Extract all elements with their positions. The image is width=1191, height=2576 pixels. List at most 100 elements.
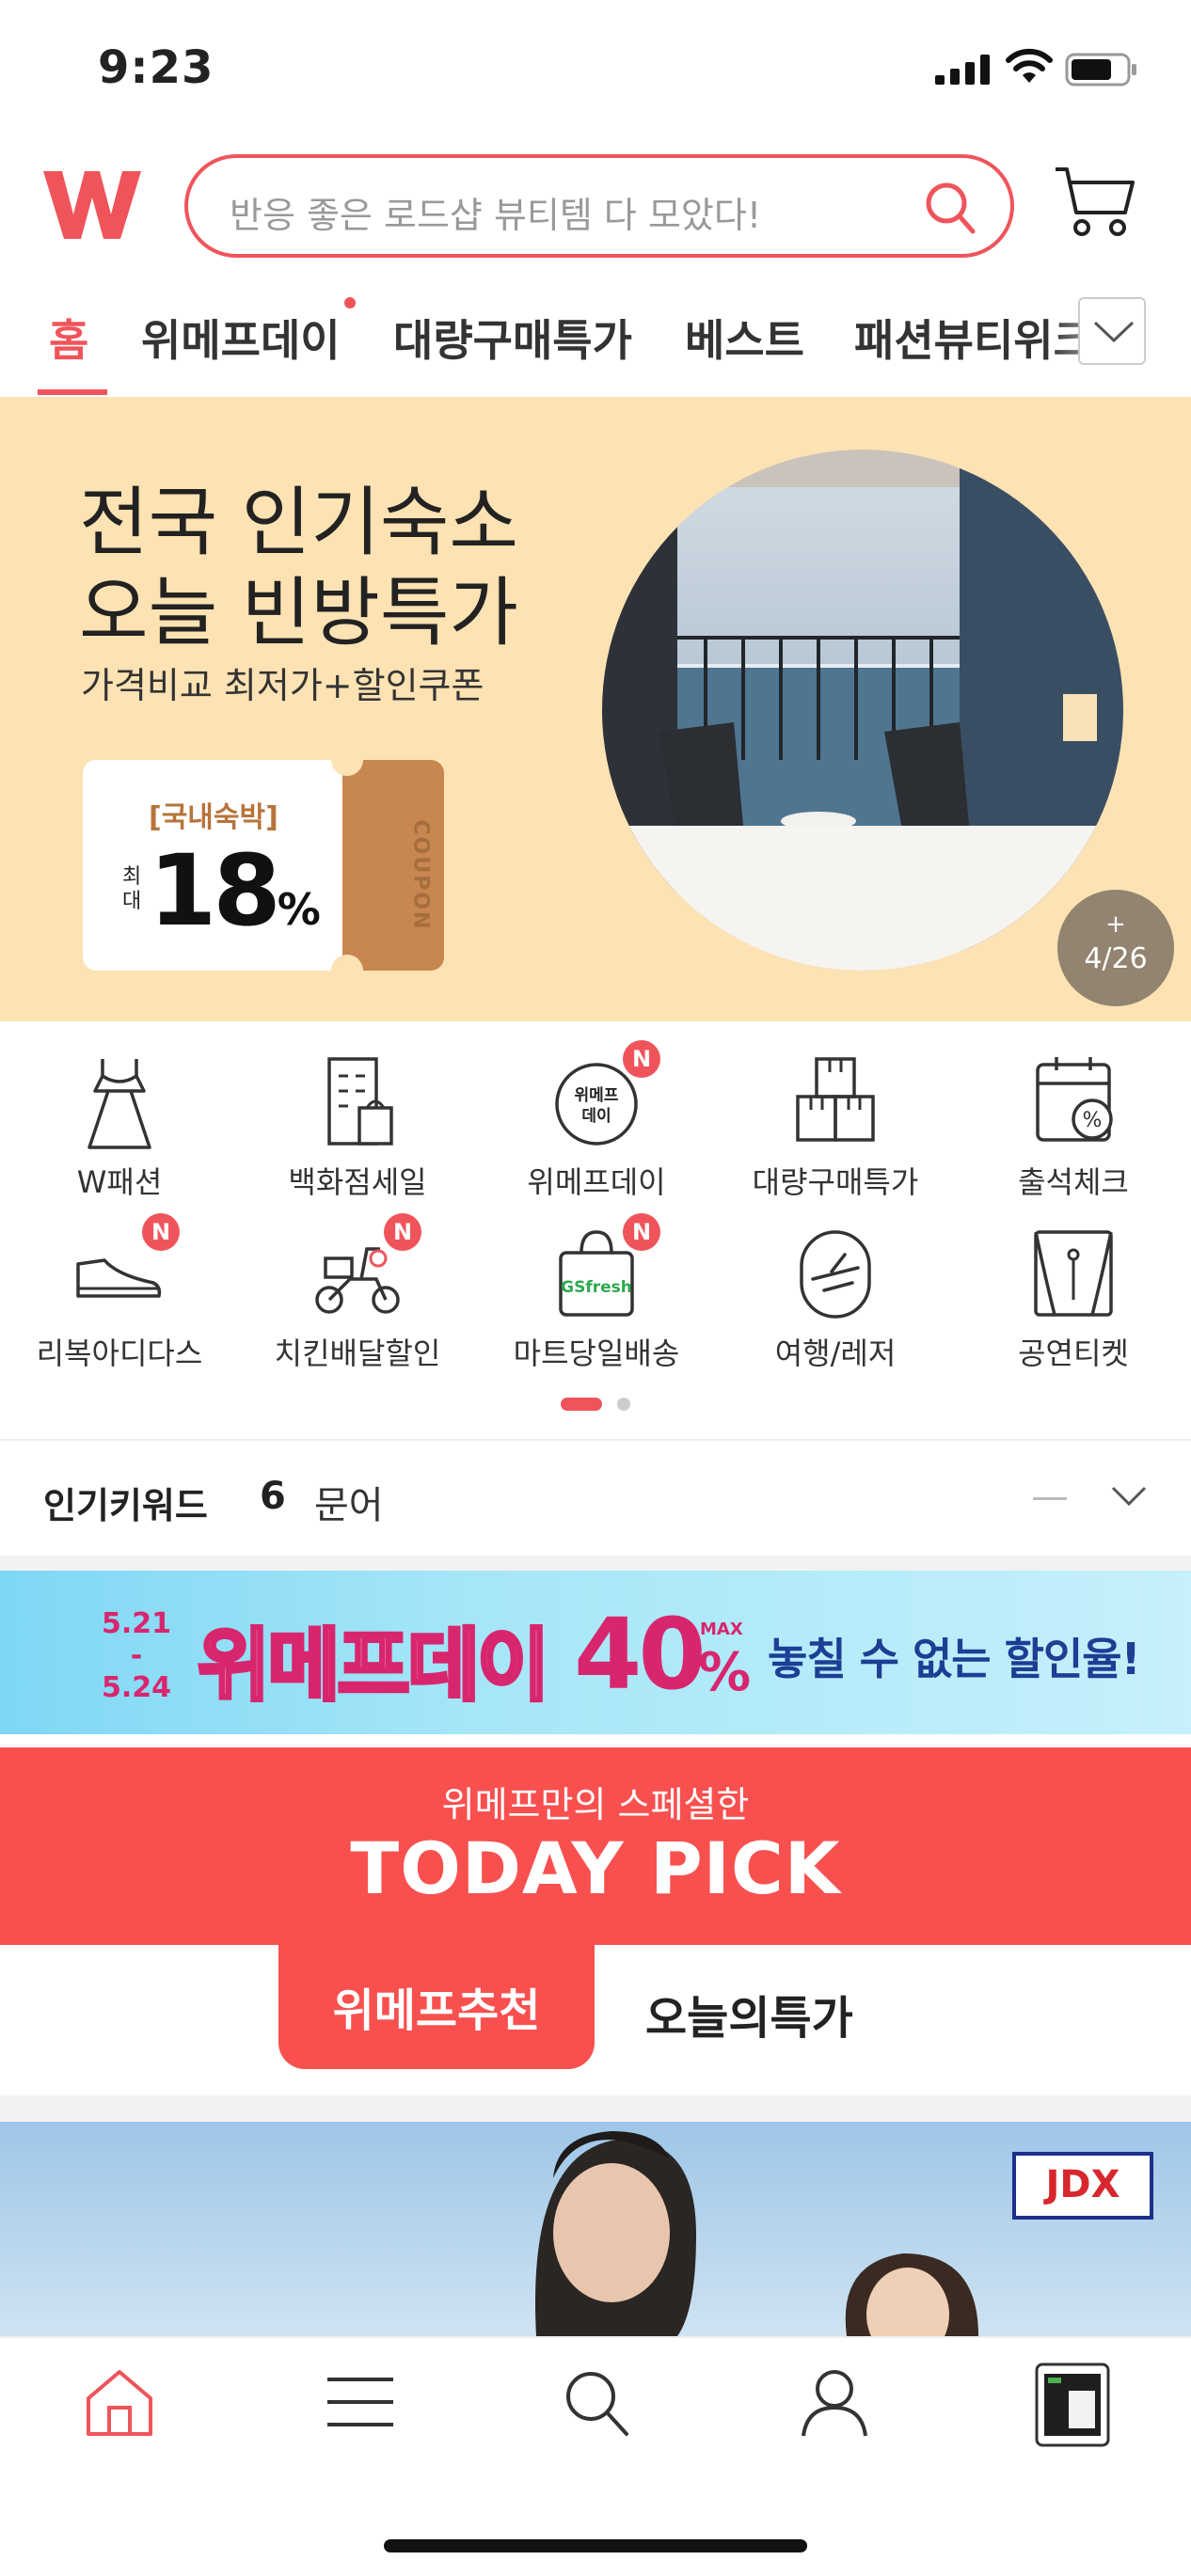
tabs-expand-button[interactable] [1078,297,1146,365]
coupon-number: 18 [149,833,281,948]
section-divider [0,2095,1191,2122]
shortcut-grid: W패션 백화점세일 위메프 데이 N 위메프데이 대량구매특가 % 출석체크 N… [0,1021,1191,1439]
promo-date-end: 5.24 [102,1671,172,1704]
search-bar[interactable]: 반응 좋은 로드샵 뷰티템 다 모았다! [184,154,1014,258]
svg-text:데이: 데이 [581,1107,611,1126]
chevron-down-icon[interactable] [1110,1484,1148,1509]
home-indicator [384,2539,807,2552]
page-dot[interactable] [617,1398,630,1411]
promo-dates: 5.21 - 5.24 [102,1608,171,1704]
shortcut-label: W패션 [76,1164,163,1200]
brand-text: JDX [1045,2163,1120,2206]
search-icon[interactable] [563,2366,632,2438]
promo-percent: 40 [574,1597,707,1712]
wemakeprice-day-promo-banner[interactable]: 5.21 - 5.24 위메프데이 40 MAX % 놓칠 수 없는 할인율! [0,1571,1191,1734]
hero-coupon: [국내숙박] 최대 18% COUPON [83,744,444,987]
hero-subtitle: 가격비교 최저가+할인쿠폰 [81,665,484,706]
pager-plus: + [1105,910,1126,939]
chevron-down-icon [1093,321,1135,343]
shortcut-performance-tickets[interactable]: 공연티켓 [954,1221,1191,1373]
promo-max: MAX [700,1620,743,1639]
shortcut-label: 위메프데이 [527,1164,666,1200]
page-dot-active [561,1398,602,1411]
shortcut-chicken-delivery[interactable]: N 치킨배달할인 [238,1213,477,1373]
coupon-value: 18% [149,833,321,948]
product-banner[interactable]: JDX [0,2122,1191,2336]
travel-plane-icon [800,1230,871,1319]
today-pick-tabs: 위메프추천 오늘의특가 [0,1945,1191,2095]
today-pick-title: TODAY PICK [350,1826,841,1910]
shortcut-attendance-check[interactable]: % 출석체크 [954,1050,1191,1202]
hero-banner[interactable]: 전국 인기숙소 오늘 빈방특가 가격비교 최저가+할인쿠폰 [국내숙박] 최대 … [0,397,1191,1021]
keyword-divider [1033,1497,1067,1500]
shortcut-reebok-adidas[interactable]: N 리복아디다스 [0,1213,239,1373]
battery-icon [1065,53,1136,87]
coupon-unit: % [277,884,321,935]
header: 반응 좋은 로드샵 뷰티템 다 모았다! [0,141,1191,273]
dress-icon [87,1059,151,1149]
tab-best[interactable]: 베스트 [685,307,804,369]
new-badge: N [142,1213,180,1251]
tab-todays-deal[interactable]: 오늘의특가 [645,1981,853,2047]
shortcut-mart-same-day[interactable]: GSfresh N 마트당일배송 [477,1213,716,1373]
hotel-room-photo [602,450,1123,971]
new-badge: N [623,1040,660,1078]
coupon-side-text: COUPON [408,819,433,931]
pager-count: 4/26 [1084,942,1148,975]
shortcut-label: 마트당일배송 [513,1335,680,1371]
boxes-icon [796,1057,875,1142]
status-time: 9:23 [98,41,214,94]
category-tabs: 홈 위메프데이 대량구매특가 베스트 패션뷰티위크 슈퍼 [0,282,1191,397]
cart-icon[interactable] [1052,162,1136,241]
hero-title-line1: 전국 인기숙소 [79,479,519,566]
section-divider [0,1556,1191,1571]
coupon-label: [국내숙박] [149,801,278,834]
promo-date-dash: - [130,1639,143,1672]
today-pick-header: 위메프만의 스페셜한 TODAY PICK [0,1747,1191,1945]
svg-text:%: % [1083,1109,1103,1132]
menu-icon[interactable] [326,2366,395,2438]
wemakeprice-logo[interactable] [41,169,143,241]
new-dot [344,297,356,308]
shortcut-travel-leisure[interactable]: 여행/레저 [716,1221,955,1373]
signal-icon [935,55,990,85]
promo-date-start: 5.21 [102,1607,172,1640]
new-badge: N [623,1213,660,1251]
home-icon[interactable] [85,2366,154,2438]
keywords-title: 인기키워드 [43,1485,208,1526]
jdx-logo: JDX [1012,2152,1153,2220]
tab-bulk-deals[interactable]: 대량구매특가 [393,307,632,369]
department-store-icon [327,1057,393,1146]
shortcut-wemakeprice-day[interactable]: 위메프 데이 N 위메프데이 [477,1040,716,1202]
shortcut-bulk-deals[interactable]: 대량구매특가 [716,1050,955,1202]
keyword-text[interactable]: 문어 [314,1475,384,1529]
promo-name: 위메프데이 [196,1618,551,1714]
shortcut-label: 백화점세일 [288,1164,427,1200]
user-icon[interactable] [800,2366,869,2438]
shortcut-label: 여행/레저 [774,1335,897,1371]
shortcut-label: 치킨배달할인 [274,1335,441,1371]
tab-wemakeprice-recommend[interactable]: 위메프추천 [278,1945,595,2069]
calendar-percent-icon: % [1036,1057,1113,1142]
shortcut-label: 리복아디다스 [36,1335,203,1371]
svg-text:GSfresh: GSfresh [561,1278,632,1297]
recent-item-icon[interactable] [1035,2363,1110,2447]
shortcut-w-fashion[interactable]: W패션 [0,1050,239,1202]
today-pick-subtitle: 위메프만의 스페셜한 [441,1784,750,1825]
tab-wemakeprice-day[interactable]: 위메프데이 [141,307,341,369]
shortcut-label: 출석체크 [1018,1164,1129,1200]
keyword-rank: 6 [260,1475,286,1518]
shortcut-label: 대량구매특가 [752,1164,919,1200]
shortcut-label: 공연티켓 [1018,1335,1129,1371]
popular-keywords[interactable]: 인기키워드 6 문어 [0,1439,1191,1556]
tab-home[interactable]: 홈 [49,307,88,369]
search-icon[interactable] [924,181,977,235]
wifi-icon [1006,48,1053,83]
hero-title: 전국 인기숙소 오늘 빈방특가 [79,478,518,658]
banner-pager[interactable]: + 4/26 [1057,890,1174,1006]
hero-title-line2: 오늘 빈방특가 [79,569,519,656]
shortcut-department-sale[interactable]: 백화점세일 [238,1050,477,1202]
active-tab-indicator [38,389,107,395]
theater-curtain-icon [1034,1230,1113,1317]
new-badge: N [384,1213,421,1251]
